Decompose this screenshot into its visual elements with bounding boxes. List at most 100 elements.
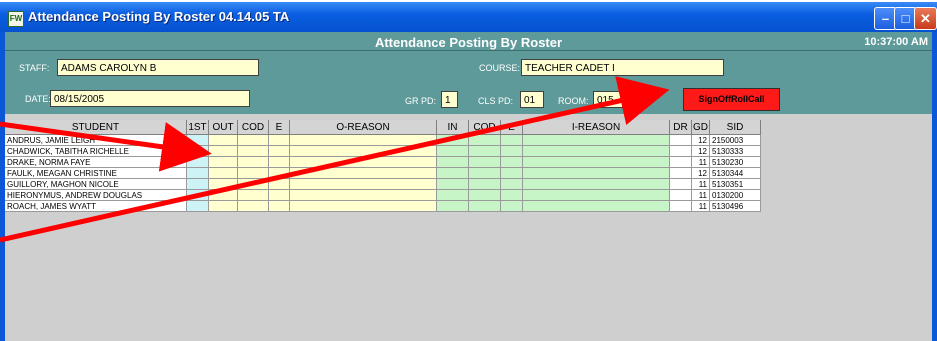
cell-first[interactable] [187,190,209,201]
cell-out-e[interactable] [269,179,290,190]
col-header-out-e[interactable]: E [269,120,290,135]
clspd-label: CLS PD: [478,96,514,106]
col-header-sid[interactable]: SID [710,120,761,135]
cell-o-reason[interactable] [290,201,437,212]
cell-in-cod[interactable] [469,168,501,179]
cell-out-cod[interactable] [238,157,269,168]
cell-o-reason[interactable] [290,190,437,201]
cell-out-cod[interactable] [238,146,269,157]
grpd-field[interactable]: 1 [441,91,458,108]
title-bar[interactable]: FW Attendance Posting By Roster 04.14.05… [0,2,937,32]
cell-i-reason[interactable] [523,135,670,146]
cell-first[interactable] [187,179,209,190]
cell-o-reason[interactable] [290,168,437,179]
cell-in-e[interactable] [501,168,523,179]
window-title: Attendance Posting By Roster 04.14.05 TA [28,9,290,24]
cell-i-reason[interactable] [523,146,670,157]
cell-in-e[interactable] [501,135,523,146]
cell-i-reason[interactable] [523,157,670,168]
cell-out-cod[interactable] [238,190,269,201]
cell-i-reason[interactable] [523,190,670,201]
cell-i-reason[interactable] [523,201,670,212]
cell-out[interactable] [209,157,238,168]
col-header-in-cod[interactable]: COD [469,120,501,135]
cell-sid: 5130333 [710,146,761,157]
col-header-in-e[interactable]: E [501,120,523,135]
cell-out-cod[interactable] [238,168,269,179]
cell-first[interactable] [187,157,209,168]
col-header-out[interactable]: OUT [209,120,238,135]
course-label: COURSE: [479,63,521,73]
cell-out-cod[interactable] [238,179,269,190]
cell-in-e[interactable] [501,146,523,157]
cell-first[interactable] [187,135,209,146]
col-header-student[interactable]: STUDENT [5,120,187,135]
course-field[interactable]: TEACHER CADET I [521,59,724,76]
cell-i-reason[interactable] [523,168,670,179]
cell-out[interactable] [209,179,238,190]
cell-out[interactable] [209,201,238,212]
cell-o-reason[interactable] [290,157,437,168]
cell-out-e[interactable] [269,201,290,212]
col-header-dr[interactable]: DR [670,120,692,135]
col-header-gd[interactable]: GD [692,120,710,135]
cell-out-e[interactable] [269,157,290,168]
signoff-rollcall-button[interactable]: SignOffRollCall [683,88,780,111]
cell-in[interactable] [437,146,469,157]
cell-out-e[interactable] [269,135,290,146]
cell-out[interactable] [209,135,238,146]
cell-in[interactable] [437,190,469,201]
room-field[interactable]: 015 [593,91,623,108]
cell-in[interactable] [437,168,469,179]
room-label: ROOM: [558,96,589,106]
cell-out-e[interactable] [269,146,290,157]
cell-in-cod[interactable] [469,135,501,146]
cell-in[interactable] [437,201,469,212]
cell-sid: 5130496 [710,201,761,212]
col-header-out-cod[interactable]: COD [238,120,269,135]
cell-first[interactable] [187,168,209,179]
cell-in-cod[interactable] [469,179,501,190]
cell-sid: 5130344 [710,168,761,179]
col-header-first[interactable]: 1ST [187,120,209,135]
col-header-o-reason[interactable]: O-REASON [290,120,437,135]
staff-field[interactable]: ADAMS CAROLYN B [57,59,259,76]
cell-out-e[interactable] [269,168,290,179]
cell-i-reason[interactable] [523,179,670,190]
cell-in-cod[interactable] [469,157,501,168]
cell-o-reason[interactable] [290,179,437,190]
cell-in-e[interactable] [501,201,523,212]
cell-out-cod[interactable] [238,135,269,146]
cell-out-cod[interactable] [238,201,269,212]
client-area: Attendance Posting By Roster 10:37:00 AM… [5,32,932,341]
cell-gd: 12 [692,168,710,179]
cell-student: GUILLORY, MAGHON NICOLE [5,179,187,190]
cell-o-reason[interactable] [290,146,437,157]
col-header-in[interactable]: IN [437,120,469,135]
cell-o-reason[interactable] [290,135,437,146]
cell-first[interactable] [187,146,209,157]
col-header-i-reason[interactable]: I-REASON [523,120,670,135]
cell-in-cod[interactable] [469,146,501,157]
cell-in[interactable] [437,179,469,190]
cell-gd: 12 [692,135,710,146]
date-field[interactable]: 08/15/2005 [50,90,250,107]
clspd-field[interactable]: 01 [520,91,544,108]
cell-out[interactable] [209,168,238,179]
cell-dr [670,146,692,157]
cell-in-e[interactable] [501,157,523,168]
cell-in-cod[interactable] [469,190,501,201]
cell-dr [670,135,692,146]
cell-in[interactable] [437,157,469,168]
date-label: DATE: [25,94,51,104]
cell-in-e[interactable] [501,190,523,201]
close-button[interactable]: ✕ [914,7,937,30]
cell-out[interactable] [209,146,238,157]
cell-out-e[interactable] [269,190,290,201]
cell-in-e[interactable] [501,179,523,190]
cell-first[interactable] [187,201,209,212]
cell-in-cod[interactable] [469,201,501,212]
cell-in[interactable] [437,135,469,146]
cell-gd: 11 [692,179,710,190]
cell-out[interactable] [209,190,238,201]
